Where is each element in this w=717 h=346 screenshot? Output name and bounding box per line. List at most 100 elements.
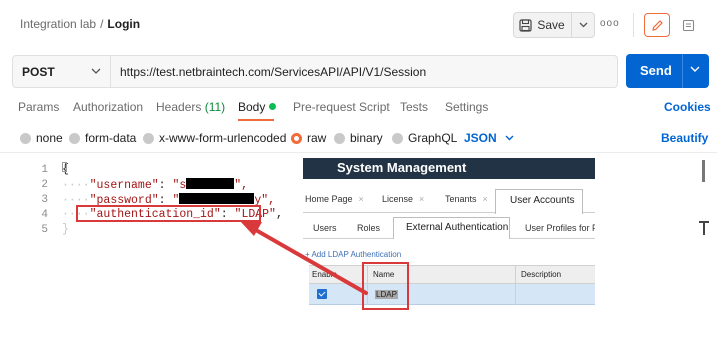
- close-icon: ×: [482, 194, 488, 204]
- url-input[interactable]: https://test.netbraintech.com/ServicesAP…: [110, 55, 618, 88]
- tab-params[interactable]: Params: [18, 100, 59, 114]
- embedded-tab-bar: Home Page × License × Tenants × User Accoun…: [303, 187, 595, 214]
- url-text: https://test.netbraintech.com/ServicesAP…: [120, 65, 427, 79]
- radio-dot-selected: [291, 132, 302, 144]
- embedded-title: System Management: [337, 160, 467, 175]
- embedded-tab-license: License ×: [382, 194, 424, 204]
- embedded-col-divider: [515, 265, 516, 305]
- radio-dot: [334, 132, 345, 144]
- edit-button[interactable]: [644, 13, 670, 37]
- embedded-grid-row: LDAP: [309, 284, 595, 305]
- tab-authorization[interactable]: Authorization: [73, 100, 143, 114]
- save-icon: [519, 18, 532, 32]
- breadcrumb-collection[interactable]: Integration lab: [20, 17, 96, 31]
- code-line-5: }: [62, 223, 69, 236]
- request-name[interactable]: Login: [107, 17, 140, 31]
- radio-binary[interactable]: binary: [334, 131, 383, 145]
- documentation-button[interactable]: [675, 13, 701, 37]
- radio-dot: [143, 132, 154, 144]
- radio-graphql[interactable]: GraphQL: [392, 131, 457, 145]
- save-options-button[interactable]: [571, 13, 595, 37]
- breadcrumb: Integration lab / Login: [20, 17, 140, 31]
- cookies-link[interactable]: Cookies: [664, 100, 711, 114]
- more-options-icon[interactable]: ooo: [600, 18, 620, 29]
- radio-dot: [20, 132, 31, 144]
- method-label: POST: [22, 65, 55, 79]
- embedded-grid-header: Enable Name Description: [309, 265, 595, 284]
- radio-label: none: [36, 131, 63, 145]
- active-tab-indicator: [238, 119, 274, 121]
- embedded-add-ldap-link: + Add LDAP Authentication: [305, 250, 402, 259]
- tab-headers[interactable]: Headers (11): [156, 100, 225, 114]
- radio-none[interactable]: none: [20, 131, 63, 145]
- breadcrumb-separator: /: [100, 17, 104, 31]
- save-label: Save: [537, 18, 565, 32]
- redacted-value: [186, 178, 235, 189]
- method-select[interactable]: POST: [12, 55, 110, 88]
- tab-tests[interactable]: Tests: [400, 100, 428, 114]
- tab-body-label: Body: [238, 100, 266, 114]
- embedded-tab-user-accounts: User Accounts: [495, 189, 583, 214]
- radio-dot: [69, 132, 80, 144]
- body-indicator-dot: [269, 103, 277, 110]
- close-icon: ×: [419, 194, 425, 204]
- chevron-down-icon: [505, 135, 514, 141]
- radio-form-data[interactable]: form-data: [69, 131, 136, 145]
- embedded-tab-label: User Accounts: [510, 195, 575, 206]
- send-button[interactable]: Send: [626, 54, 709, 88]
- chevron-down-icon: [579, 22, 588, 28]
- line-number: 2: [41, 179, 48, 191]
- send-divider: [682, 54, 683, 88]
- tab-body[interactable]: Body: [238, 100, 277, 114]
- line-number: 3: [41, 194, 48, 206]
- embedded-subtab-users: Users: [313, 223, 337, 233]
- embedded-tab-home-page: Home Page ×: [305, 194, 364, 204]
- embedded-screenshot: System Management Home Page × License × Te…: [303, 158, 595, 318]
- pencil-icon: [651, 19, 663, 31]
- embedded-col-enable: Enable: [312, 270, 337, 279]
- json-value-prefix: "s: [172, 179, 187, 192]
- chevron-down-icon[interactable]: [690, 66, 700, 73]
- save-button-group: Save: [513, 12, 595, 38]
- tab-pre-request-script[interactable]: Pre-request Script: [293, 100, 390, 114]
- embedded-col-description: Description: [521, 270, 562, 279]
- embedded-subtab-roles: Roles: [357, 223, 381, 233]
- headers-count-badge: (11): [204, 100, 226, 114]
- beautify-link[interactable]: Beautify: [661, 131, 708, 145]
- format-select[interactable]: JSON: [464, 131, 514, 145]
- radio-label: form-data: [85, 131, 137, 145]
- radio-x-www-form-urlencoded[interactable]: x-www-form-urlencoded: [143, 131, 286, 145]
- divider: [0, 152, 717, 153]
- close-icon: ×: [358, 194, 364, 204]
- json-comma: ,: [275, 208, 283, 221]
- radio-label: binary: [350, 131, 383, 145]
- fold-marker[interactable]: [62, 162, 67, 172]
- request-header: Integration lab / Login Save ooo: [0, 0, 717, 48]
- format-label: JSON: [464, 131, 497, 145]
- highlight-box-auth-id: [76, 205, 261, 222]
- save-button[interactable]: Save: [514, 13, 570, 37]
- tab-headers-label: Headers: [156, 100, 202, 114]
- redacted-value: [179, 193, 255, 204]
- embedded-subtab-label: External Authentication: [406, 222, 509, 233]
- tab-settings[interactable]: Settings: [445, 100, 488, 114]
- json-colon: :: [158, 179, 173, 192]
- arrow-head-icon: [240, 221, 262, 236]
- code-line-2: ····"username": "s ",: [62, 178, 249, 192]
- radio-label: GraphQL: [408, 131, 458, 145]
- checkbox-checked-icon: [317, 289, 327, 299]
- embedded-subtab-external-authentication: External Authentication: [393, 217, 510, 239]
- embedded-subtab-user-profiles: User Profiles for Pc: [525, 223, 595, 233]
- scrollbar-thumb[interactable]: [703, 221, 705, 235]
- chevron-down-icon: [91, 68, 101, 74]
- radio-raw[interactable]: raw: [291, 131, 326, 145]
- radio-dot: [392, 132, 403, 144]
- json-key: "username": [89, 179, 159, 192]
- highlight-box-name-cell: [362, 262, 409, 310]
- scrollbar[interactable]: [702, 160, 705, 182]
- radio-label: x-www-form-urlencoded: [159, 131, 287, 145]
- embedded-tab-label: License: [382, 194, 414, 204]
- embedded-tab-tenants: Tenants ×: [445, 194, 488, 204]
- embedded-tab-label: Home Page: [305, 194, 353, 204]
- document-icon: [682, 19, 694, 31]
